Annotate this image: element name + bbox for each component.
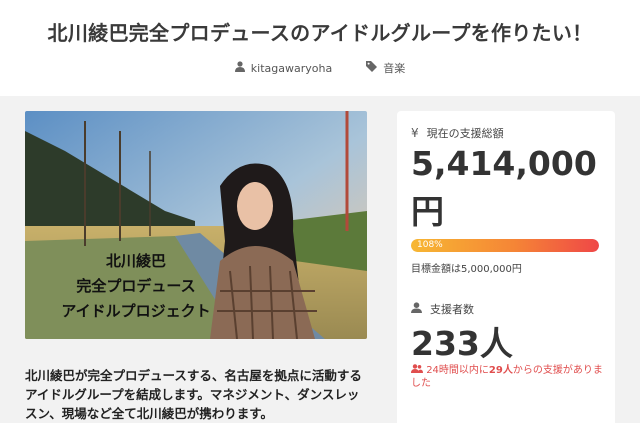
progress-percent: 108% (417, 240, 443, 250)
project-description: 北川綾巴が完全プロデュースする、名古屋を拠点に活動するアイドルグループを結成しま… (25, 368, 362, 421)
recent-backers: 24時間以内に29人からの支援がありました (411, 364, 607, 390)
category-link[interactable]: 音楽 (366, 60, 405, 76)
hero-caption: 北川綾巴 完全プロデュース アイドルプロジェクト (25, 249, 247, 324)
backers-label: 支援者数 (430, 303, 474, 316)
recent-prefix: 24時間以内に (426, 365, 489, 376)
tag-icon (366, 61, 378, 75)
project-meta: kitagawaryoha 音楽 (0, 60, 640, 76)
hero-caption-line: アイドルプロジェクト (61, 302, 211, 320)
page-header: 北川綾巴完全プロデュースのアイドルグループを作りたい！ kitagawaryoh… (0, 0, 640, 96)
author-link[interactable]: kitagawaryoha (234, 60, 333, 76)
hero-caption-line: 北川綾巴 (105, 252, 166, 270)
category-name: 音楽 (383, 62, 406, 75)
progress-bar: 108% (411, 239, 599, 252)
backers-label-row: 支援者数 (411, 301, 474, 317)
goal-amount: 目標金額は5,000,000円 (411, 264, 522, 275)
total-amount: 5,414,000 (411, 144, 597, 183)
author-name: kitagawaryoha (250, 61, 333, 75)
total-label: 現在の支援総額 (426, 127, 504, 140)
backers-count: 233人 (411, 324, 513, 363)
project-hero-image[interactable]: 北川綾巴 完全プロデュース アイドルプロジェクト (25, 111, 367, 339)
hero-caption-line: 完全プロデュース (76, 277, 196, 295)
total-label-row: ¥ 現在の支援総額 (411, 125, 504, 141)
recent-count: 29人 (488, 365, 513, 376)
total-amount-unit: 円 (411, 192, 444, 231)
project-title: 北川綾巴完全プロデュースのアイドルグループを作りたい！ (47, 21, 593, 45)
yen-icon: ¥ (411, 126, 419, 140)
user-icon (234, 61, 245, 75)
user-icon (411, 302, 422, 316)
users-icon (411, 364, 426, 376)
